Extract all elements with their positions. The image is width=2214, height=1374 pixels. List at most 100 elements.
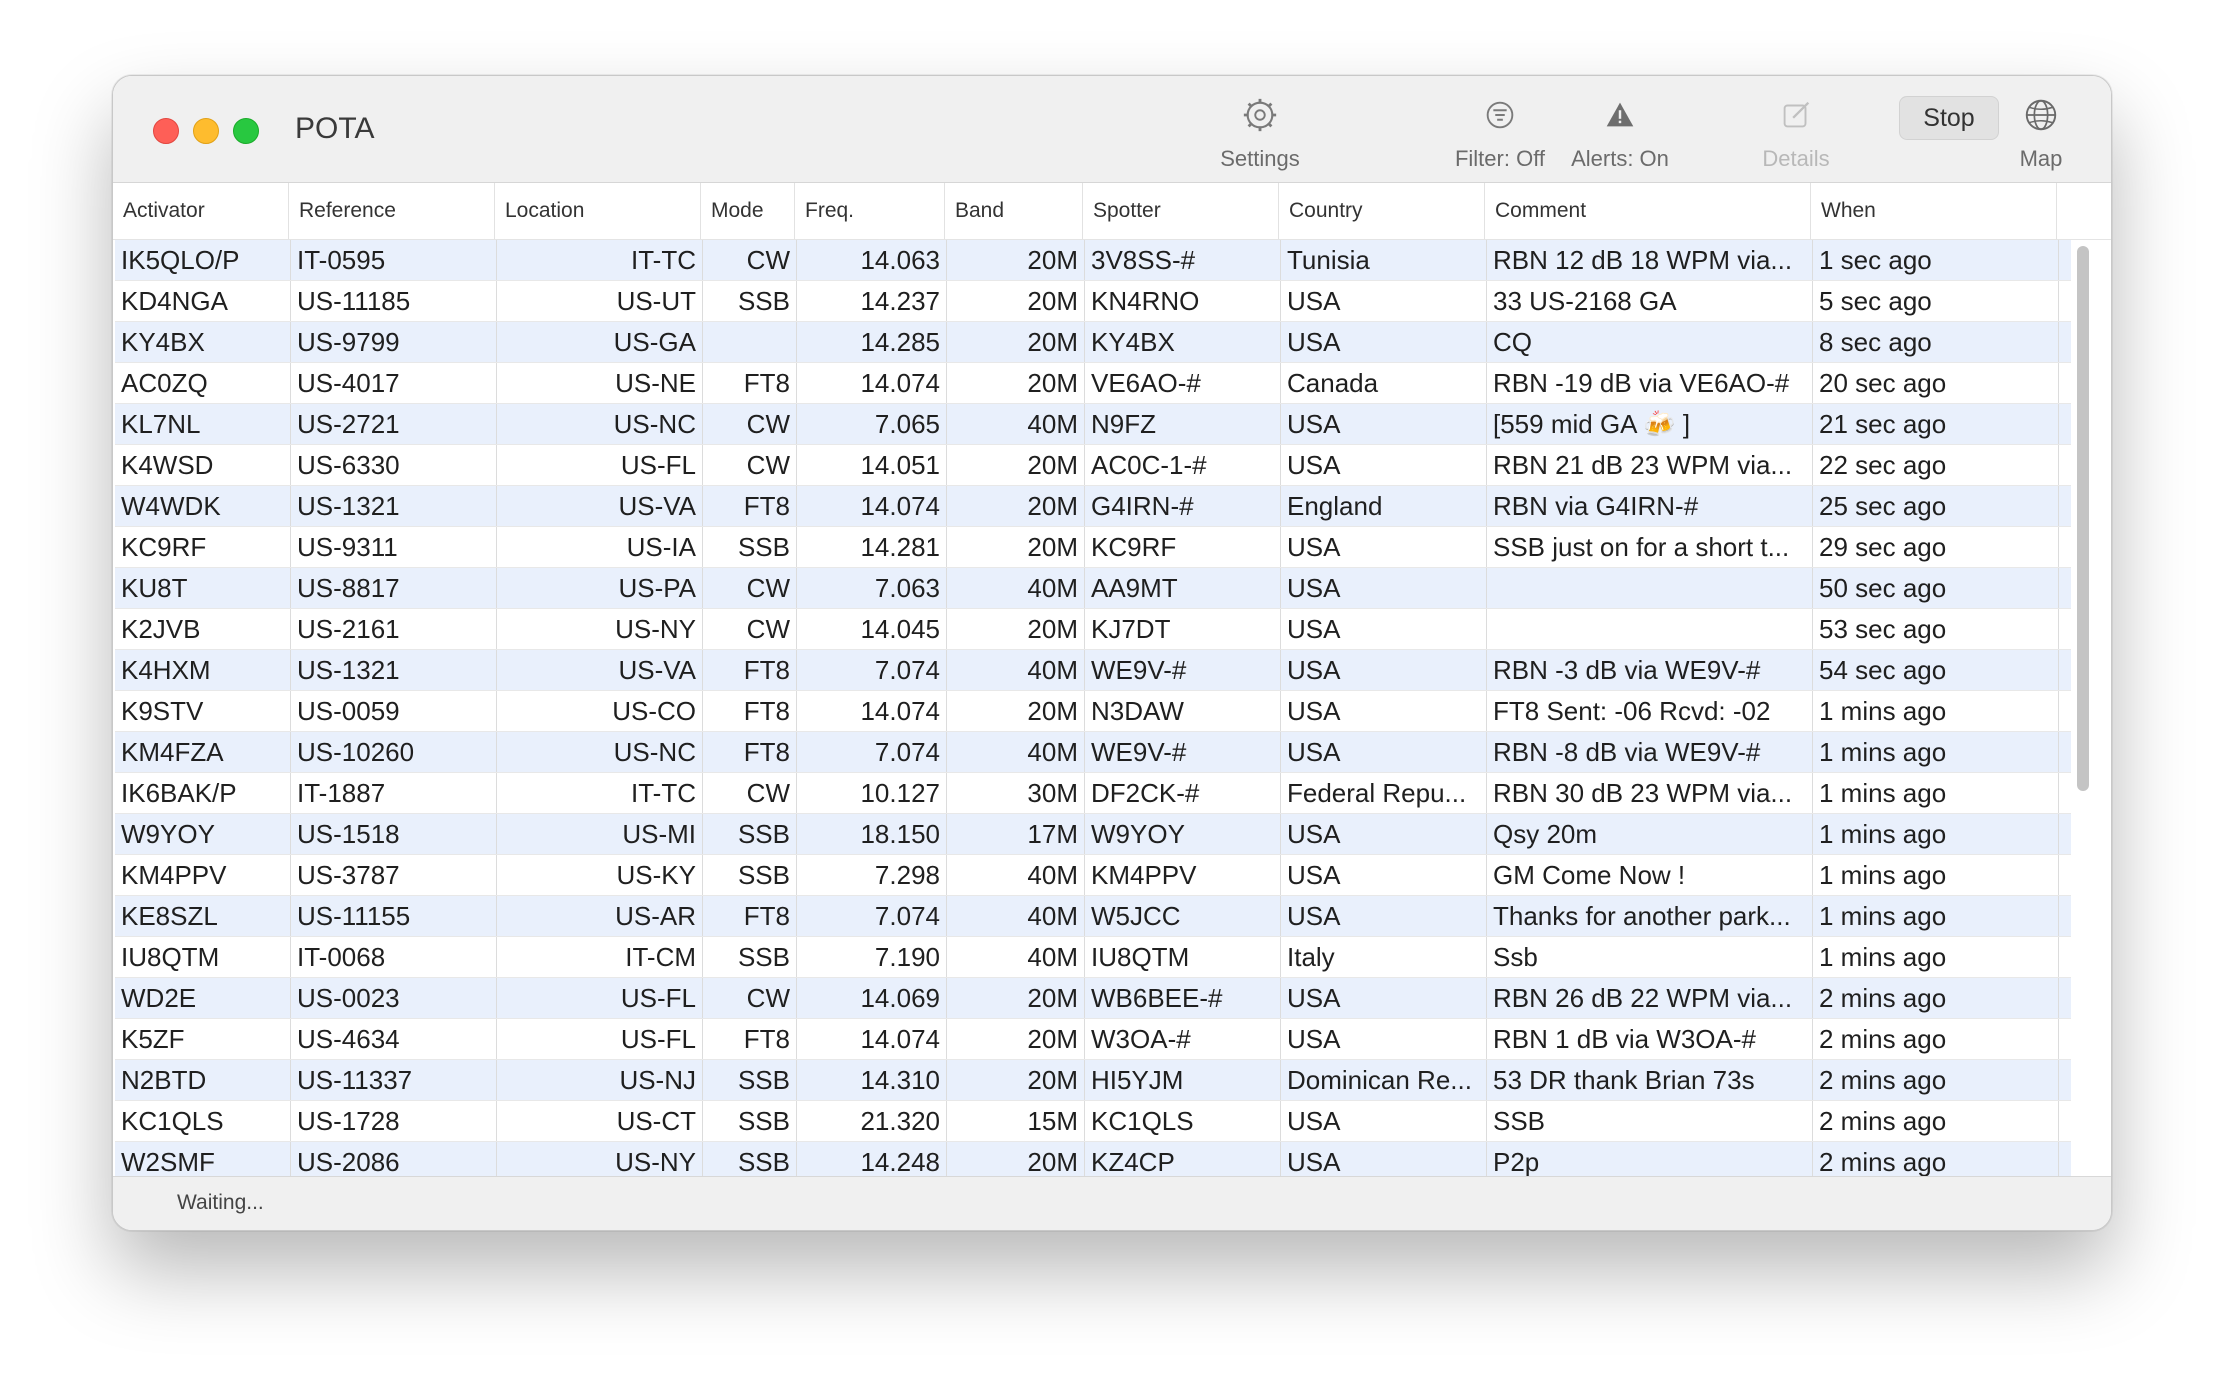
cell-activator: KE8SZL [115,896,291,936]
table-row[interactable]: KM4PPV US-3787 US-KY SSB 7.298 40M KM4PPV USA GM… [115,855,2071,896]
settings-button[interactable]: Settings [1195,96,1325,172]
cell-mode: FT8 [703,486,797,526]
cell-band: 40M [947,732,1085,772]
zoom-window-button[interactable] [233,118,259,144]
cell-when: 2 mins ago [1813,1101,2059,1141]
cell-reference: IT-0595 [291,240,497,280]
close-window-button[interactable] [153,118,179,144]
cell-activator: K2JVB [115,609,291,649]
table-row[interactable]: KD4NGA US-11185 US-UT SSB 14.237 20M KN4RNO USA… [115,281,2071,322]
column-header-band[interactable]: Band [945,183,1083,239]
toolbar: POTA Settings Filter: Off Alerts: On Det… [113,76,2111,183]
column-header-country[interactable]: Country [1279,183,1485,239]
table-row[interactable]: KY4BX US-9799 US-GA 14.285 20M KY4BX USA CQ 8 se… [115,322,2071,363]
cell-comment: RBN -3 dB via WE9V-# [1487,650,1813,690]
cell-mode: CW [703,445,797,485]
table-row[interactable]: W4WDK US-1321 US-VA FT8 14.074 20M G4IRN-# Engl… [115,486,2071,527]
cell-location: US-NY [497,1142,703,1176]
cell-country: USA [1281,527,1487,567]
stop-button[interactable]: Stop [1899,96,1999,140]
column-header-freq[interactable]: Freq. [795,183,945,239]
cell-activator: AC0ZQ [115,363,291,403]
minimize-window-button[interactable] [193,118,219,144]
cell-comment: [559 mid GA 🍻 ] [1487,404,1813,444]
cell-spotter: VE6AO-# [1085,363,1281,403]
cell-comment: RBN 12 dB 18 WPM via... [1487,240,1813,280]
table-row[interactable]: W9YOY US-1518 US-MI SSB 18.150 17M W9YOY USA Qsy… [115,814,2071,855]
table-row[interactable]: IK5QLO/P IT-0595 IT-TC CW 14.063 20M 3V8SS-# Tu… [115,240,2071,281]
table-row[interactable]: K5ZF US-4634 US-FL FT8 14.074 20M W3OA-# USA RBN… [115,1019,2071,1060]
spots-table[interactable]: Activator Reference Location Mode Freq. Band S… [113,183,2111,1176]
table-row[interactable]: KL7NL US-2721 US-NC CW 7.065 40M N9FZ USA [559 m… [115,404,2071,445]
cell-activator: K9STV [115,691,291,731]
cell-location: IT-CM [497,937,703,977]
details-button[interactable]: Details [1731,96,1861,172]
table-row[interactable]: IK6BAK/P IT-1887 IT-TC CW 10.127 30M DF2CK-# Fe… [115,773,2071,814]
cell-when: 50 sec ago [1813,568,2059,608]
cell-location: US-GA [497,322,703,362]
cell-country: England [1281,486,1487,526]
cell-spotter: N3DAW [1085,691,1281,731]
table-row[interactable]: KU8T US-8817 US-PA CW 7.063 40M AA9MT USA 50 sec… [115,568,2071,609]
cell-band: 20M [947,978,1085,1018]
column-header-mode[interactable]: Mode [701,183,795,239]
cell-when: 1 mins ago [1813,937,2059,977]
cell-band: 20M [947,609,1085,649]
column-header-when[interactable]: When [1811,183,2057,239]
cell-freq: 14.248 [797,1142,947,1176]
cell-mode: SSB [703,855,797,895]
cell-spotter: WE9V-# [1085,732,1281,772]
table-row[interactable]: K4HXM US-1321 US-VA FT8 7.074 40M WE9V-# USA RBN… [115,650,2071,691]
cell-when: 1 sec ago [1813,240,2059,280]
column-header-location[interactable]: Location [495,183,701,239]
cell-activator: W4WDK [115,486,291,526]
table-row[interactable]: K2JVB US-2161 US-NY CW 14.045 20M KJ7DT USA 53 s… [115,609,2071,650]
cell-spotter: W9YOY [1085,814,1281,854]
column-header-comment[interactable]: Comment [1485,183,1811,239]
table-row[interactable]: K9STV US-0059 US-CO FT8 14.074 20M N3DAW USA FT8… [115,691,2071,732]
cell-mode: CW [703,978,797,1018]
column-header-activator[interactable]: Activator [113,183,289,239]
cell-location: US-VA [497,486,703,526]
column-header-reference[interactable]: Reference [289,183,495,239]
cell-band: 20M [947,240,1085,280]
table-row[interactable]: KC9RF US-9311 US-IA SSB 14.281 20M KC9RF USA SSB… [115,527,2071,568]
cell-band: 17M [947,814,1085,854]
settings-label: Settings [1220,146,1300,171]
cell-freq: 7.074 [797,732,947,772]
table-row[interactable]: KC1QLS US-1728 US-CT SSB 21.320 15M KC1QLS USA S… [115,1101,2071,1142]
cell-location: US-PA [497,568,703,608]
cell-country: Federal Repu... [1281,773,1487,813]
table-row[interactable]: AC0ZQ US-4017 US-NE FT8 14.074 20M VE6AO-# Cana… [115,363,2071,404]
cell-band: 15M [947,1101,1085,1141]
table-row[interactable]: KM4FZA US-10260 US-NC FT8 7.074 40M WE9V-# USA R… [115,732,2071,773]
cell-activator: K5ZF [115,1019,291,1059]
cell-when: 1 mins ago [1813,855,2059,895]
cell-country: Tunisia [1281,240,1487,280]
vertical-scrollbar-thumb[interactable] [2077,246,2089,791]
cell-spotter: KC1QLS [1085,1101,1281,1141]
table-row[interactable]: W2SMF US-2086 US-NY SSB 14.248 20M KZ4CP USA P2p… [115,1142,2071,1176]
cell-freq: 14.051 [797,445,947,485]
filter-button[interactable]: Filter: Off [1435,96,1565,172]
table-row[interactable]: WD2E US-0023 US-FL CW 14.069 20M WB6BEE-# USA RB… [115,978,2071,1019]
cell-activator: KM4PPV [115,855,291,895]
table-row[interactable]: KE8SZL US-11155 US-AR FT8 7.074 40M W5JCC USA Th… [115,896,2071,937]
cell-reference: US-1321 [291,650,497,690]
alerts-button[interactable]: Alerts: On [1555,96,1685,172]
table-row[interactable]: IU8QTM IT-0068 IT-CM SSB 7.190 40M IU8QTM Italy… [115,937,2071,978]
cell-freq: 10.127 [797,773,947,813]
map-button[interactable]: Map [2001,96,2081,172]
cell-reference: US-2721 [291,404,497,444]
cell-spotter: W5JCC [1085,896,1281,936]
table-row[interactable]: N2BTD US-11337 US-NJ SSB 14.310 20M HI5YJM Domi… [115,1060,2071,1101]
cell-when: 1 mins ago [1813,814,2059,854]
cell-location: US-NY [497,609,703,649]
cell-spotter: HI5YJM [1085,1060,1281,1100]
cell-activator: WD2E [115,978,291,1018]
cell-mode: SSB [703,814,797,854]
cell-location: US-CO [497,691,703,731]
table-row[interactable]: K4WSD US-6330 US-FL CW 14.051 20M AC0C-1-# USA R… [115,445,2071,486]
cell-location: US-NE [497,363,703,403]
column-header-spotter[interactable]: Spotter [1083,183,1279,239]
